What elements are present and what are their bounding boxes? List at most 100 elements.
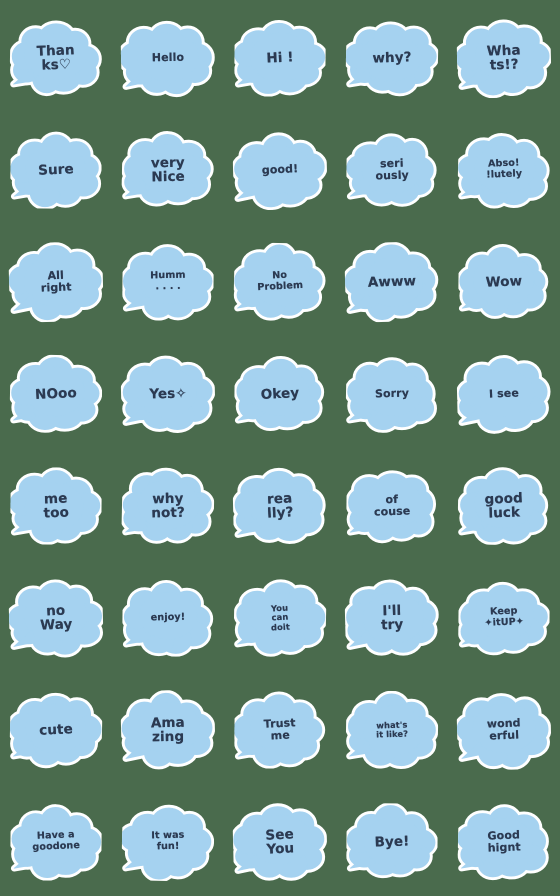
speech-bubble-icon: why not? — [121, 467, 215, 545]
sticker-text: You can doit — [270, 602, 291, 633]
speech-bubble-icon: Than ks♡ — [9, 19, 102, 97]
sticker-40[interactable]: Good hignt — [448, 786, 560, 896]
speech-bubble-icon: Good hignt — [457, 803, 550, 881]
speech-bubble-icon: no Way — [8, 579, 104, 658]
sticker-22[interactable]: why not? — [112, 450, 224, 562]
speech-bubble-icon: Hello — [120, 19, 215, 98]
sticker-4[interactable]: why? — [336, 2, 448, 114]
sticker-7[interactable]: very Nice — [112, 114, 224, 226]
sticker-1[interactable]: Than ks♡ — [0, 2, 112, 114]
sticker-3[interactable]: Hi ! — [224, 2, 336, 114]
sticker-39[interactable]: Bye! — [336, 786, 448, 896]
sticker-37[interactable]: It was fun! — [112, 786, 224, 896]
sticker-2[interactable]: Hello — [112, 2, 224, 114]
sticker-text: Sure — [37, 161, 75, 179]
sticker-31[interactable]: cute — [0, 674, 112, 786]
sticker-24[interactable]: of couse — [336, 450, 448, 562]
sticker-9[interactable]: seri ously — [336, 114, 448, 226]
sticker-text: Awww — [367, 273, 417, 291]
sticker-text: of couse — [373, 492, 411, 519]
sticker-23[interactable]: rea lly? — [224, 450, 336, 562]
sticker-text: Wow — [485, 273, 523, 291]
speech-bubble-icon: cute — [9, 691, 103, 769]
sticker-text: NOoo — [34, 385, 78, 403]
speech-bubble-icon: Abso! !lutely — [457, 131, 550, 209]
sticker-text: Humm . . . . — [150, 270, 186, 293]
sticker-13[interactable]: No Problem — [224, 226, 336, 338]
sticker-18[interactable]: Okey — [224, 338, 336, 450]
speech-bubble-icon: Hi ! — [234, 19, 326, 97]
speech-bubble-icon: Bye! — [346, 802, 438, 881]
speech-bubble-icon: wond erful — [456, 691, 552, 771]
speech-bubble-icon: NOoo — [9, 354, 103, 433]
sticker-text: Sorry — [374, 386, 410, 401]
speech-bubble-icon: No Problem — [233, 242, 326, 321]
sticker-text: All right — [40, 268, 72, 295]
sticker-text: cute — [38, 721, 74, 739]
speech-bubble-icon: of couse — [346, 467, 438, 545]
sticker-text: good luck — [484, 490, 524, 522]
speech-bubble-icon: what's it like? — [345, 690, 439, 769]
sticker-text: me too — [43, 490, 70, 522]
sticker-29[interactable]: I'll try — [336, 562, 448, 674]
sticker-25[interactable]: good luck — [448, 450, 560, 562]
speech-bubble-icon: Sure — [10, 131, 102, 210]
speech-bubble-icon: Trust me — [234, 691, 326, 769]
speech-bubble-icon: All right — [8, 242, 104, 323]
sticker-27[interactable]: enjoy! — [112, 562, 224, 674]
sticker-38[interactable]: See You — [224, 786, 336, 896]
speech-bubble-icon: why? — [345, 19, 439, 97]
sticker-text: No Problem — [257, 270, 304, 294]
sticker-6[interactable]: Sure — [0, 114, 112, 226]
sticker-8[interactable]: good! — [224, 114, 336, 226]
speech-bubble-icon: Humm . . . . — [122, 243, 214, 321]
sticker-19[interactable]: Sorry — [336, 338, 448, 450]
sticker-30[interactable]: Keep ✦itUP✦ — [448, 562, 560, 674]
sticker-21[interactable]: me too — [0, 450, 112, 562]
sticker-11[interactable]: All right — [0, 226, 112, 338]
sticker-28[interactable]: You can doit — [224, 562, 336, 674]
sticker-26[interactable]: no Way — [0, 562, 112, 674]
sticker-text: Bye! — [374, 833, 410, 851]
speech-bubble-icon: Have a goodone — [10, 803, 102, 881]
sticker-text: Abso! !lutely — [486, 157, 523, 181]
sticker-16[interactable]: NOoo — [0, 338, 112, 450]
speech-bubble-icon: rea lly? — [232, 467, 326, 545]
sticker-10[interactable]: Abso! !lutely — [448, 114, 560, 226]
sticker-text: Okey — [260, 384, 300, 403]
sticker-text: why? — [372, 49, 412, 67]
sticker-17[interactable]: Yes✧ — [112, 338, 224, 450]
speech-bubble-icon: You can doit — [233, 579, 327, 657]
sticker-14[interactable]: Awww — [336, 226, 448, 338]
speech-bubble-icon: Wow — [458, 243, 550, 321]
speech-bubble-icon: me too — [10, 467, 102, 546]
sticker-34[interactable]: what's it like? — [336, 674, 448, 786]
sticker-32[interactable]: Ama zing — [112, 674, 224, 786]
sticker-text: good! — [261, 162, 299, 177]
speech-bubble-icon: Ama zing — [120, 689, 216, 770]
sticker-35[interactable]: wond erful — [448, 674, 560, 786]
sticker-text: why not? — [151, 490, 186, 522]
sticker-text: rea lly? — [266, 490, 294, 522]
sticker-text: Trust me — [263, 716, 296, 743]
sticker-5[interactable]: Wha ts!? — [448, 2, 560, 114]
speech-bubble-icon: It was fun! — [121, 803, 215, 882]
sticker-text: It was fun! — [151, 830, 185, 853]
speech-bubble-icon: Yes✧ — [120, 355, 216, 433]
speech-bubble-icon: Sorry — [345, 355, 438, 433]
sticker-text: Ama zing — [150, 714, 185, 746]
speech-bubble-icon: Keep ✦itUP✦ — [458, 579, 550, 657]
speech-bubble-icon: very Nice — [121, 131, 214, 209]
sticker-36[interactable]: Have a goodone — [0, 786, 112, 896]
speech-bubble-icon: Awww — [344, 241, 439, 323]
speech-bubble-icon: good! — [232, 131, 328, 211]
sticker-12[interactable]: Humm . . . . — [112, 226, 224, 338]
sticker-20[interactable]: I see — [448, 338, 560, 450]
sticker-text: Than ks♡ — [36, 42, 75, 74]
sticker-15[interactable]: Wow — [448, 226, 560, 338]
sticker-text: what's it like? — [376, 719, 409, 740]
sticker-text: Keep ✦itUP✦ — [484, 605, 525, 629]
sticker-text: I see — [488, 386, 520, 401]
sticker-text: Hi ! — [266, 49, 294, 67]
sticker-33[interactable]: Trust me — [224, 674, 336, 786]
